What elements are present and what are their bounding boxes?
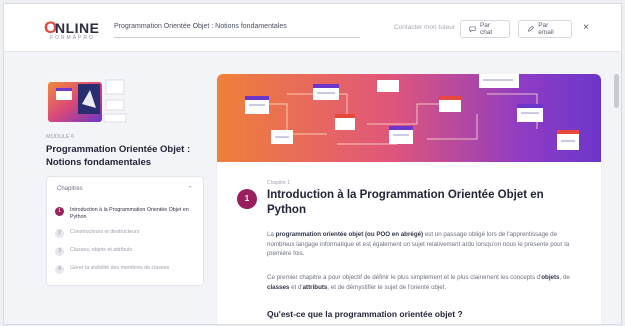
chapter-label: Gérer la visibilité des membres de class… <box>70 265 170 271</box>
section-heading: Qu'est-ce que la programmation orientée … <box>267 309 463 319</box>
chapter-label: Classes, objets et attributs <box>70 247 133 253</box>
chapters-panel: Chapitres ⌃ 1 Introduction à la Programm… <box>46 176 204 286</box>
chat-button[interactable]: Par chat <box>460 20 510 38</box>
course-title: Programmation Orientée Objet : Notions f… <box>114 20 360 38</box>
chat-bubble-icon <box>469 26 476 33</box>
chapter-item-1[interactable]: 1 Introduction à la Programmation Orient… <box>55 207 201 221</box>
chapter-label: Chapitre 1 <box>267 180 291 186</box>
chapter-label: Constructeurs et destructeurs <box>70 229 140 235</box>
module-thumbnail <box>46 74 128 126</box>
objective-paragraph: Ce premier chapitre a pour objectif de d… <box>267 274 570 291</box>
chapter-number: 1 <box>55 207 64 216</box>
logo-subtext: FORMAPRO <box>50 35 95 41</box>
pencil-icon <box>527 25 535 32</box>
chapter-number: 3 <box>55 247 64 256</box>
chapter-label: Introduction à la Programmation Orientée… <box>70 207 189 220</box>
email-button[interactable]: Par email <box>518 20 572 38</box>
module-title: Programmation Orientée Objet : Notions f… <box>46 144 191 168</box>
contact-tutor-label: Contacter mon tuteur <box>394 24 456 31</box>
module-label: MODULE 6 <box>46 134 75 140</box>
logo-text: NLINE <box>55 20 100 36</box>
chapter-hero-banner <box>217 74 601 162</box>
chapter-item-4[interactable]: 4 Gérer la visibilité des membres de cla… <box>55 265 201 274</box>
chapter-number: 4 <box>55 265 64 274</box>
chapter-title: Introduction à la Programmation Orientée… <box>267 189 544 216</box>
chevron-up-icon[interactable]: ⌃ <box>187 185 193 193</box>
close-icon[interactable]: × <box>580 22 592 33</box>
top-bar: O NLINE FORMAPRO Programmation Orientée … <box>4 4 621 52</box>
intro-paragraph: La programmation orientée objet (ou POO … <box>267 231 570 257</box>
chapters-heading: Chapitres <box>57 186 83 192</box>
email-button-label: Par email <box>538 22 554 36</box>
chapter-number: 2 <box>55 229 64 238</box>
logo[interactable]: O NLINE FORMAPRO <box>44 18 104 42</box>
chapter-item-3[interactable]: 3 Classes, objets et attributs <box>55 247 201 256</box>
chapter-item-2[interactable]: 2 Constructeurs et destructeurs <box>55 229 201 238</box>
chat-button-label: Par chat <box>479 22 493 36</box>
chapter-number-badge: 1 <box>237 189 257 209</box>
scrollbar[interactable] <box>614 74 619 108</box>
chapter-content-card: 1 Chapitre 1 Introduction à la Programma… <box>217 74 601 324</box>
app-window: O NLINE FORMAPRO Programmation Orientée … <box>3 3 622 325</box>
